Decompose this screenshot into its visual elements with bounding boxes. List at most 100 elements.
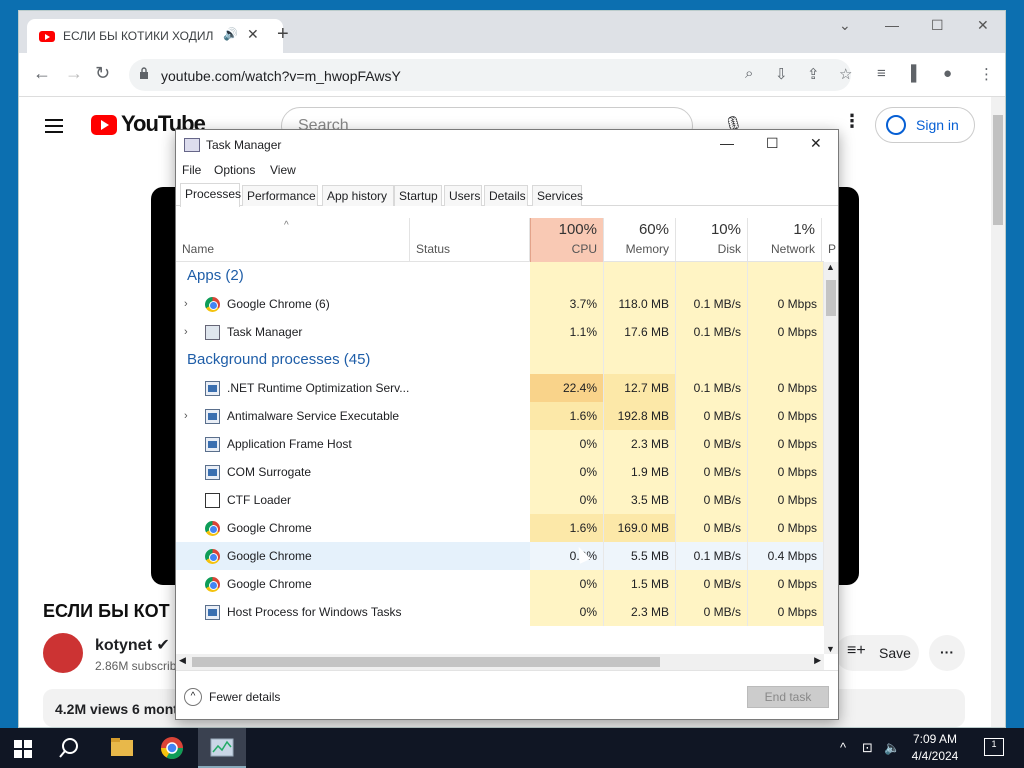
mem-cell: 1.9 MB	[604, 458, 676, 486]
status-column-header[interactable]: Status	[410, 218, 530, 262]
tab-services[interactable]: Services	[532, 185, 583, 206]
youtube-logo-icon[interactable]	[91, 115, 117, 135]
browser-tab[interactable]: ЕСЛИ БЫ КОТИКИ ХОДИЛИ 🔊 ✕	[27, 19, 283, 53]
expand-chevron-icon[interactable]: ›	[184, 402, 188, 430]
scroll-up-icon[interactable]: ▲	[826, 262, 835, 272]
tab-details[interactable]: Details	[484, 185, 528, 206]
minimize-icon[interactable]: —	[885, 17, 899, 33]
notification-icon[interactable]: 1	[984, 738, 1004, 756]
close-tab-icon[interactable]: ✕	[247, 26, 259, 43]
process-row[interactable]: › Google Chrome (6) 3.7% 118.0 MB 0.1 MB/s 0 …	[176, 290, 824, 318]
install-icon[interactable]: ⇩	[775, 65, 788, 83]
horizontal-scroll-thumb[interactable]	[192, 657, 660, 667]
cpu-label: CPU	[571, 242, 597, 256]
tab-processes[interactable]: Processes	[180, 183, 241, 207]
process-row[interactable]: Google Chrome 0% 1.5 MB 0 MB/s 0 Mbps	[176, 570, 824, 598]
process-row[interactable]: .NET Runtime Optimization Serv... 22.4% 12…	[176, 374, 824, 402]
process-row[interactable]: Google Chrome 0.3% 5.5 MB 0.1 MB/s 0.4 Mbps	[176, 542, 824, 570]
tab-search-icon[interactable]: ⌄	[839, 17, 851, 34]
more-options-icon[interactable]: ⋮	[843, 111, 861, 132]
process-row[interactable]: Host Process for Windows Tasks 0% 2.3 MB 0 …	[176, 598, 824, 626]
task-manager-taskbar-icon[interactable]	[198, 728, 246, 768]
forward-icon[interactable]: →	[65, 63, 83, 84]
scroll-left-icon[interactable]: ◀	[179, 655, 186, 666]
fewer-details-link[interactable]: Fewer details	[209, 690, 280, 704]
tab-startup[interactable]: Startup	[394, 185, 442, 206]
chrome-menu-icon[interactable]: ⋮	[979, 65, 994, 83]
scroll-down-icon[interactable]: ▼	[826, 644, 835, 654]
volume-muted-icon[interactable]: 🔈	[884, 740, 900, 756]
menu-options[interactable]: Options	[214, 163, 255, 177]
process-row[interactable]: Google Chrome 1.6% 169.0 MB 0 MB/s 0 Mbps	[176, 514, 824, 542]
minimize-icon[interactable]: —	[720, 135, 734, 151]
tab-performance[interactable]: Performance	[242, 185, 318, 206]
tab-users[interactable]: Users	[444, 185, 482, 206]
cpu-percent: 100%	[558, 221, 597, 238]
vertical-scroll-thumb[interactable]	[826, 280, 836, 316]
chevron-up-icon[interactable]: ^	[184, 688, 202, 706]
tab-app-history[interactable]: App history	[322, 185, 394, 206]
group-header-row[interactable]: Apps (2)	[176, 262, 824, 290]
win-process-icon	[205, 465, 220, 480]
menu-view[interactable]: View	[270, 163, 296, 177]
mem-cell: 2.3 MB	[604, 430, 676, 458]
network-icon[interactable]: ⊡	[862, 740, 873, 756]
search-taskbar-icon[interactable]	[48, 728, 96, 768]
share-icon[interactable]: ⇪	[807, 65, 820, 83]
vertical-scrollbar[interactable]: ▲ ▼	[824, 262, 838, 654]
side-panel-icon[interactable]: ▌	[911, 65, 922, 82]
task-manager-titlebar[interactable]: Task Manager — ☐ ✕	[176, 130, 838, 160]
subscriber-count: 2.86M subscrib	[95, 659, 177, 673]
save-button[interactable]: ≡+ Save	[835, 635, 919, 671]
tab-bar: Processes Performance App history Startu…	[176, 182, 838, 207]
group-header-row[interactable]: Background processes (45)	[176, 346, 824, 374]
disk-label: Disk	[717, 242, 741, 256]
channel-avatar[interactable]	[43, 633, 83, 673]
new-tab-icon[interactable]: +	[277, 23, 289, 46]
windows-start-icon[interactable]	[14, 740, 32, 758]
cpu-column-header[interactable]: 100% CPU	[530, 218, 604, 262]
back-icon[interactable]: ←	[33, 63, 51, 84]
reload-icon[interactable]: ↻	[95, 63, 110, 84]
network-column-header[interactable]: 1% Network	[748, 218, 822, 262]
close-icon[interactable]: ✕	[810, 135, 822, 152]
hamburger-menu-icon[interactable]	[45, 119, 63, 133]
chrome-taskbar-icon[interactable]	[148, 728, 196, 768]
end-task-button[interactable]: End task	[747, 686, 829, 708]
system-clock[interactable]: 7:09 AM 4/4/2024	[900, 731, 970, 765]
file-explorer-icon[interactable]	[98, 728, 146, 768]
sign-in-button[interactable]: Sign in	[875, 107, 975, 143]
search-icon[interactable]: ⌕	[745, 65, 753, 82]
power-header-label[interactable]: P	[828, 242, 836, 256]
show-hidden-icons-icon[interactable]: ^	[840, 740, 846, 755]
audio-playing-icon[interactable]: 🔊	[223, 27, 238, 41]
page-scrollbar[interactable]	[991, 97, 1005, 727]
profile-icon[interactable]: ●	[943, 65, 952, 82]
scrollbar-thumb[interactable]	[993, 115, 1003, 225]
media-controls-icon[interactable]: ≡	[877, 65, 886, 82]
process-row[interactable]: Application Frame Host 0% 2.3 MB 0 MB/s 0 Mb…	[176, 430, 824, 458]
name-column-header[interactable]: ^ Name	[176, 218, 410, 262]
process-row[interactable]: › Task Manager 1.1% 17.6 MB 0.1 MB/s 0 Mbps	[176, 318, 824, 346]
memory-column-header[interactable]: 60% Memory	[604, 218, 676, 262]
maximize-icon[interactable]: ☐	[766, 135, 779, 152]
process-name: .NET Runtime Optimization Serv...	[227, 381, 410, 395]
horizontal-scrollbar[interactable]: ◀ ▶	[176, 654, 824, 670]
process-row[interactable]: COM Surrogate 0% 1.9 MB 0 MB/s 0 Mbps	[176, 458, 824, 486]
expand-chevron-icon[interactable]: ›	[184, 290, 188, 318]
process-row[interactable]: CTF Loader 0% 3.5 MB 0 MB/s 0 Mbps	[176, 486, 824, 514]
process-row[interactable]: › Antimalware Service Executable 1.6% 192.8…	[176, 402, 824, 430]
scroll-right-icon[interactable]: ▶	[814, 655, 821, 666]
chrome-process-icon	[205, 521, 220, 536]
maximize-icon[interactable]: ☐	[931, 17, 944, 34]
menu-file[interactable]: File	[182, 163, 201, 177]
expand-chevron-icon[interactable]: ›	[184, 318, 188, 346]
bookmark-star-icon[interactable]: ☆	[839, 65, 852, 83]
more-actions-button[interactable]: ···	[929, 635, 965, 671]
disk-column-header[interactable]: 10% Disk	[676, 218, 748, 262]
address-bar[interactable]: youtube.com/watch?v=m_hwopFAwsY	[129, 59, 851, 91]
process-name: Google Chrome (6)	[227, 297, 330, 311]
net-cell: 0 Mbps	[748, 598, 824, 626]
channel-name[interactable]: kotynet ✔	[95, 635, 170, 655]
close-window-icon[interactable]: ✕	[977, 17, 989, 34]
